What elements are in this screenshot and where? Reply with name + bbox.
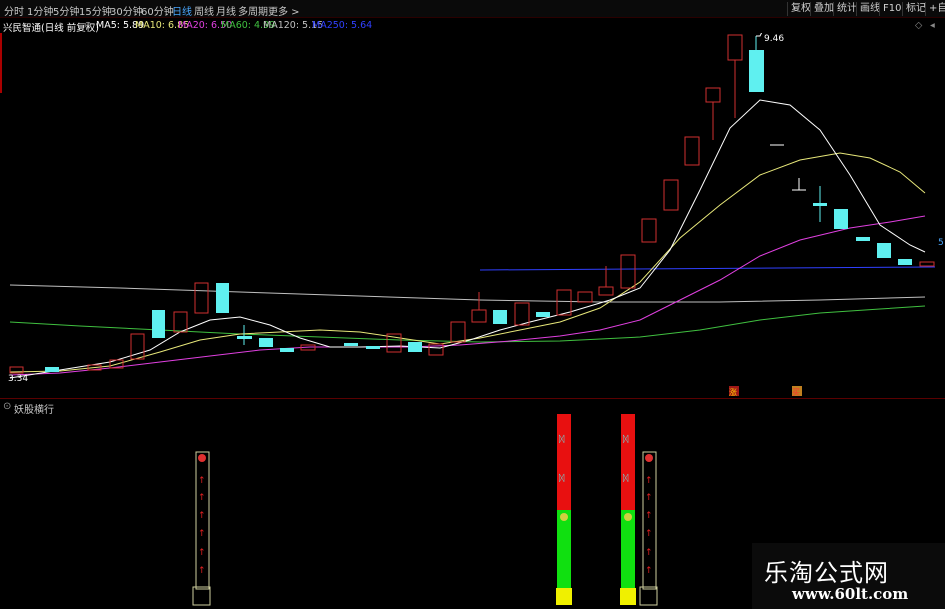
right-price-label: 5 (938, 238, 944, 248)
candle-down (877, 243, 891, 258)
svg-text:↑: ↑ (198, 529, 206, 539)
zhang-marker-label: 涨 (729, 387, 737, 397)
candle-up (663, 179, 679, 211)
up-arrow-icons: ↑ ↑ ↑ ↑ ↑ ↑ (198, 476, 206, 576)
candle-down (408, 342, 422, 352)
butterfly-icon: ᛞ (559, 434, 565, 445)
ma60-line (9, 305, 926, 343)
watermark-url: www.60lt.com (792, 585, 909, 603)
candle-up (514, 302, 530, 326)
tab-monthly[interactable]: 月线 (216, 3, 236, 18)
watermark: 乐淘公式网 www.60lt.com (752, 543, 945, 609)
svg-text:↑: ↑ (645, 511, 653, 521)
sub-settings-icon[interactable]: ⊙ (3, 401, 11, 412)
panel-divider[interactable] (0, 398, 945, 399)
add-watchlist-button[interactable]: +自选 (925, 2, 945, 16)
candle-up (450, 321, 466, 343)
butterfly-icon: ᛞ (623, 434, 629, 445)
coin-icon (560, 513, 568, 521)
tab-fenshi[interactable]: 分时 (4, 3, 24, 18)
indicator-green-bar (621, 510, 635, 588)
svg-text:↑: ↑ (645, 476, 653, 486)
ma5-line (9, 99, 926, 379)
candle-down (536, 312, 550, 317)
svg-text:↑: ↑ (645, 493, 653, 503)
candle-down (834, 209, 848, 229)
tab-15min[interactable]: 15分钟 (79, 3, 112, 18)
ball-icon (198, 454, 206, 462)
candle-up (598, 286, 614, 296)
candle-up (556, 289, 572, 316)
low-price-label: 3.34 (8, 374, 28, 384)
ma250-line (479, 266, 936, 271)
candle-up (577, 291, 593, 303)
indicator-green-bar (557, 510, 571, 588)
candle-down (280, 348, 294, 352)
ma250-value: MA250: 5.64 (312, 20, 373, 31)
high-marker (756, 33, 763, 37)
butterfly-icon: ᛞ (623, 473, 629, 484)
svg-text:↑: ↑ (645, 566, 653, 576)
ball-icon (645, 454, 653, 462)
tab-60min[interactable]: 60分钟 (141, 3, 174, 18)
indicator-yellow-box (620, 588, 636, 605)
butterfly-icon: ᛞ (559, 473, 565, 484)
tab-weekly[interactable]: 周线 (194, 3, 214, 18)
candle-up (173, 311, 188, 333)
tab-1min[interactable]: 1分钟 (27, 3, 53, 18)
ma120-line (9, 284, 926, 303)
candle-down (216, 283, 229, 313)
candlestick-chart[interactable]: 9.46 3.34 5 涨 买 (0, 33, 945, 398)
f10-button[interactable]: F10 (879, 2, 904, 16)
tab-5min[interactable]: 5分钟 (53, 3, 79, 18)
svg-text:↑: ↑ (198, 511, 206, 521)
candle-down (366, 346, 380, 349)
mai-marker-label: 买 (792, 388, 800, 397)
candle-up (471, 309, 487, 323)
candle-up (705, 87, 721, 103)
svg-text:↑: ↑ (198, 493, 206, 503)
candle-down (344, 343, 358, 346)
candle-down (898, 259, 912, 265)
settings-icon[interactable]: ⊙ (84, 20, 92, 31)
high-price-label: 9.46 (764, 34, 784, 44)
indicator-yellow-box (556, 588, 572, 605)
candle-down (749, 50, 764, 92)
indicator-base-box (639, 586, 658, 606)
tab-30min[interactable]: 30分钟 (110, 3, 143, 18)
watermark-title: 乐淘公式网 (764, 559, 889, 587)
toolbar: 分时 1分钟 5分钟 15分钟 30分钟 60分钟 日线 周线 月线 多周期 更… (0, 0, 945, 18)
candle-down (856, 237, 870, 241)
candle-down (493, 310, 507, 324)
candle-up (641, 218, 657, 243)
scroll-left-icon[interactable]: ◂ (930, 20, 935, 31)
up-arrow-icons: ↑ ↑ ↑ ↑ ↑ ↑ (645, 476, 653, 576)
candle-up (919, 261, 935, 267)
candle-up (684, 136, 700, 166)
ma-info-line: 兴民智通(日线 前复权) ⊙ MA5: 5.89 MA10: 6.85 MA20… (0, 19, 945, 34)
svg-text:↑: ↑ (645, 529, 653, 539)
indicator-red-bar (621, 414, 635, 510)
diamond-icon[interactable]: ◇ (915, 20, 922, 31)
candle-down (152, 310, 165, 338)
candle-up (194, 282, 209, 314)
indicator-base-box (192, 586, 211, 606)
svg-text:↑: ↑ (198, 476, 206, 486)
coin-icon (624, 513, 632, 521)
svg-text:↑: ↑ (198, 548, 206, 558)
candle-up (727, 34, 743, 61)
svg-text:↑: ↑ (645, 548, 653, 558)
tab-daily[interactable]: 日线 (172, 3, 192, 18)
tab-multi-period[interactable]: 多周期 (238, 3, 268, 18)
candle-up (620, 254, 636, 289)
candle-down (259, 338, 273, 347)
ma10-line (9, 152, 926, 373)
indicator-red-bar (557, 414, 571, 510)
svg-text:↑: ↑ (198, 566, 206, 576)
sub-chart-header: ⊙ 妖股横行 (0, 400, 300, 416)
tab-more[interactable]: 更多 > (268, 3, 300, 18)
candle-down (45, 367, 59, 372)
